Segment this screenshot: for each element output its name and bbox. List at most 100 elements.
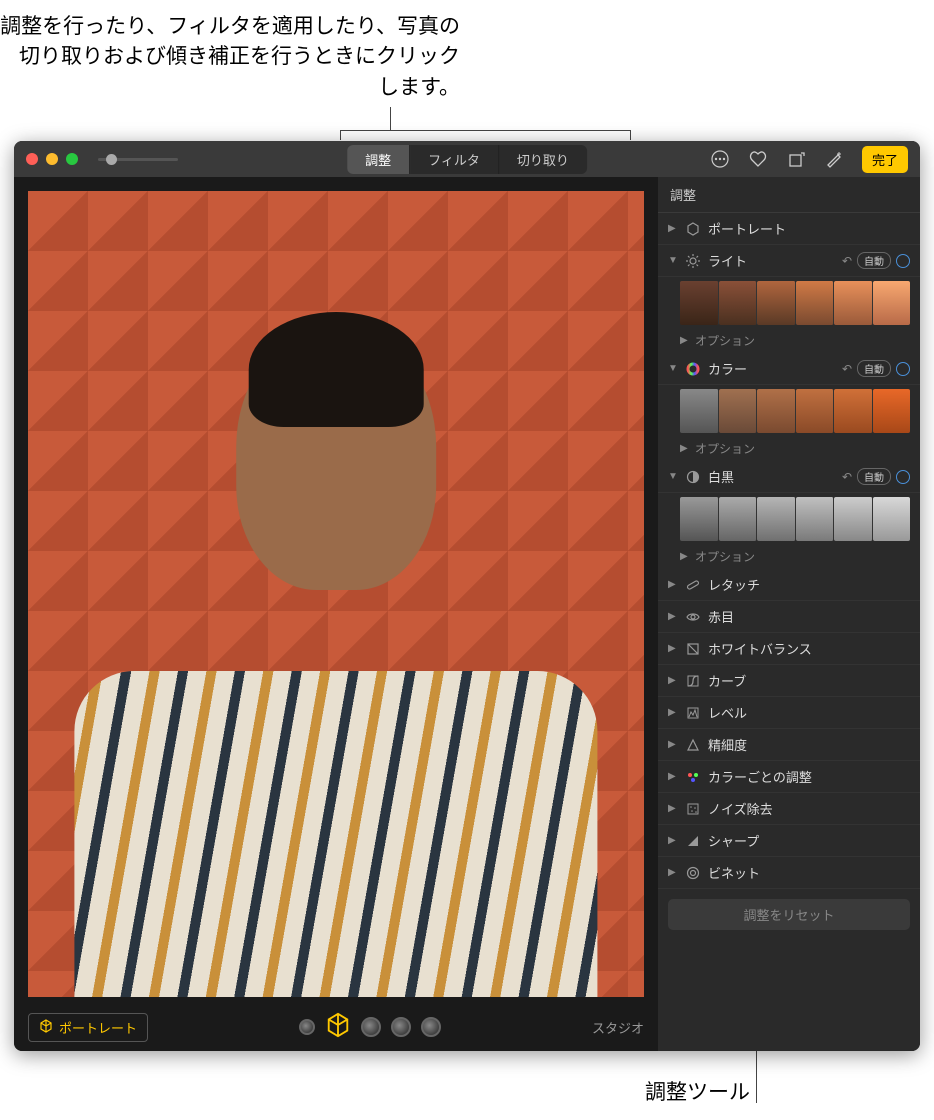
sidebar-item-whitebalance[interactable]: ▶ ホワイトバランス <box>658 633 920 665</box>
zoom-slider[interactable] <box>98 158 178 161</box>
sidebar-item-redeye[interactable]: ▶ 赤目 <box>658 601 920 633</box>
light-preview-thumb[interactable] <box>873 281 911 325</box>
sidebar-item-retouch[interactable]: ▶ レタッチ <box>658 569 920 601</box>
noise-icon <box>685 801 701 817</box>
sidebar-item-portrait[interactable]: ▶ ポートレート <box>658 213 920 245</box>
bw-options[interactable]: ▶オプション <box>658 545 920 569</box>
portrait-badge[interactable]: ポートレート <box>28 1013 148 1042</box>
color-preview-thumb[interactable] <box>834 389 873 433</box>
enable-toggle[interactable] <box>896 470 910 484</box>
more-options-button[interactable] <box>710 149 730 169</box>
light-preview-thumb[interactable] <box>757 281 796 325</box>
sidebar-item-noise[interactable]: ▶ ノイズ除去 <box>658 793 920 825</box>
color-preview-thumb[interactable] <box>680 389 719 433</box>
reset-adjustments-button[interactable]: 調整をリセット <box>668 899 910 930</box>
callout-bottom: 調整ツール <box>500 1076 750 1106</box>
undo-icon[interactable]: ↶ <box>842 362 852 376</box>
chevron-down-icon: ▼ <box>668 255 678 266</box>
toolbar-right: 完了 <box>710 146 908 173</box>
item-controls: ↶ 自動 <box>842 468 910 485</box>
sidebar-item-light[interactable]: ▼ ライト ↶ 自動 <box>658 245 920 277</box>
eye-icon <box>685 609 701 625</box>
auto-button[interactable]: 自動 <box>857 360 891 377</box>
bw-preview-strip[interactable] <box>658 493 920 545</box>
color-preview-thumb[interactable] <box>757 389 796 433</box>
selectivecolor-icon <box>685 769 701 785</box>
photo-subject <box>74 272 598 997</box>
vignette-icon <box>685 865 701 881</box>
sidebar-header: 調整 <box>658 177 920 213</box>
minimize-button[interactable] <box>46 153 58 165</box>
color-preview-thumb[interactable] <box>873 389 911 433</box>
levels-icon <box>685 705 701 721</box>
undo-icon[interactable]: ↶ <box>842 470 852 484</box>
light-preview-thumb[interactable] <box>834 281 873 325</box>
item-controls: ↶ 自動 <box>842 360 910 377</box>
bw-preview-thumb[interactable] <box>873 497 911 541</box>
tab-adjust[interactable]: 調整 <box>347 145 410 174</box>
sidebar-item-label: ノイズ除去 <box>708 799 910 818</box>
color-preview-thumb[interactable] <box>796 389 835 433</box>
chevron-right-icon: ▶ <box>668 707 678 718</box>
light-preview-thumb[interactable] <box>719 281 758 325</box>
auto-button[interactable]: 自動 <box>857 252 891 269</box>
definition-icon <box>685 737 701 753</box>
auto-button[interactable]: 自動 <box>857 468 891 485</box>
zoom-slider-thumb[interactable] <box>106 154 117 165</box>
sidebar-item-label: ホワイトバランス <box>708 639 910 658</box>
sidebar-item-selectivecolor[interactable]: ▶ カラーごとの調整 <box>658 761 920 793</box>
chevron-right-icon: ▶ <box>668 611 678 622</box>
color-preview-strip[interactable] <box>658 385 920 437</box>
sidebar-item-curves[interactable]: ▶ カーブ <box>658 665 920 697</box>
callout-line <box>340 130 341 140</box>
sidebar-item-definition[interactable]: ▶ 精細度 <box>658 729 920 761</box>
sidebar-item-vignette[interactable]: ▶ ビネット <box>658 857 920 889</box>
auto-enhance-button[interactable] <box>824 149 844 169</box>
lighting-effect-natural[interactable] <box>299 1019 315 1035</box>
lighting-effect-stage-mono[interactable] <box>421 1017 441 1037</box>
chevron-right-icon: ▶ <box>680 551 690 562</box>
color-preview-thumb[interactable] <box>719 389 758 433</box>
light-preview-strip[interactable] <box>658 277 920 329</box>
color-options[interactable]: ▶オプション <box>658 437 920 461</box>
curves-icon <box>685 673 701 689</box>
fullscreen-button[interactable] <box>66 153 78 165</box>
portrait-badge-label: ポートレート <box>59 1018 137 1037</box>
rotate-button[interactable] <box>786 149 806 169</box>
enable-toggle[interactable] <box>896 254 910 268</box>
sidebar-item-sharpen[interactable]: ▶ シャープ <box>658 825 920 857</box>
chevron-right-icon: ▶ <box>668 739 678 750</box>
sidebar-item-color[interactable]: ▼ カラー ↶ 自動 <box>658 353 920 385</box>
lighting-effect-stage[interactable] <box>391 1017 411 1037</box>
light-preview-thumb[interactable] <box>680 281 719 325</box>
photo-preview[interactable] <box>28 191 644 997</box>
cube-icon <box>39 1019 53 1036</box>
bw-preview-thumb[interactable] <box>757 497 796 541</box>
chevron-right-icon: ▶ <box>680 443 690 454</box>
color-ring-icon <box>685 361 701 377</box>
favorite-button[interactable] <box>748 149 768 169</box>
lighting-effect-contour[interactable] <box>361 1017 381 1037</box>
sidebar-item-levels[interactable]: ▶ レベル <box>658 697 920 729</box>
bw-preview-thumb[interactable] <box>680 497 719 541</box>
done-button[interactable]: 完了 <box>862 146 908 173</box>
bw-preview-thumb[interactable] <box>834 497 873 541</box>
tab-filter[interactable]: フィルタ <box>410 145 499 174</box>
callout-top: 調整を行ったり、フィルタを適用したり、写真の切り取りおよび傾き補正を行うときにク… <box>0 12 460 103</box>
enable-toggle[interactable] <box>896 362 910 376</box>
bw-preview-thumb[interactable] <box>796 497 835 541</box>
tab-crop[interactable]: 切り取り <box>499 145 587 174</box>
sidebar-item-label: ライト <box>708 251 835 270</box>
content-area: ポートレート スタジオ 調整 ▶ ポートレート ▼ <box>14 177 920 1051</box>
sidebar-item-bw[interactable]: ▼ 白黒 ↶ 自動 <box>658 461 920 493</box>
bw-preview-thumb[interactable] <box>719 497 758 541</box>
chevron-right-icon: ▶ <box>668 771 678 782</box>
undo-icon[interactable]: ↶ <box>842 254 852 268</box>
whitebalance-icon <box>685 641 701 657</box>
photo-area <box>14 177 658 1003</box>
close-button[interactable] <box>26 153 38 165</box>
lighting-effect-studio[interactable] <box>325 1012 351 1043</box>
light-options[interactable]: ▶オプション <box>658 329 920 353</box>
sidebar-item-label: カーブ <box>708 671 910 690</box>
light-preview-thumb[interactable] <box>796 281 835 325</box>
